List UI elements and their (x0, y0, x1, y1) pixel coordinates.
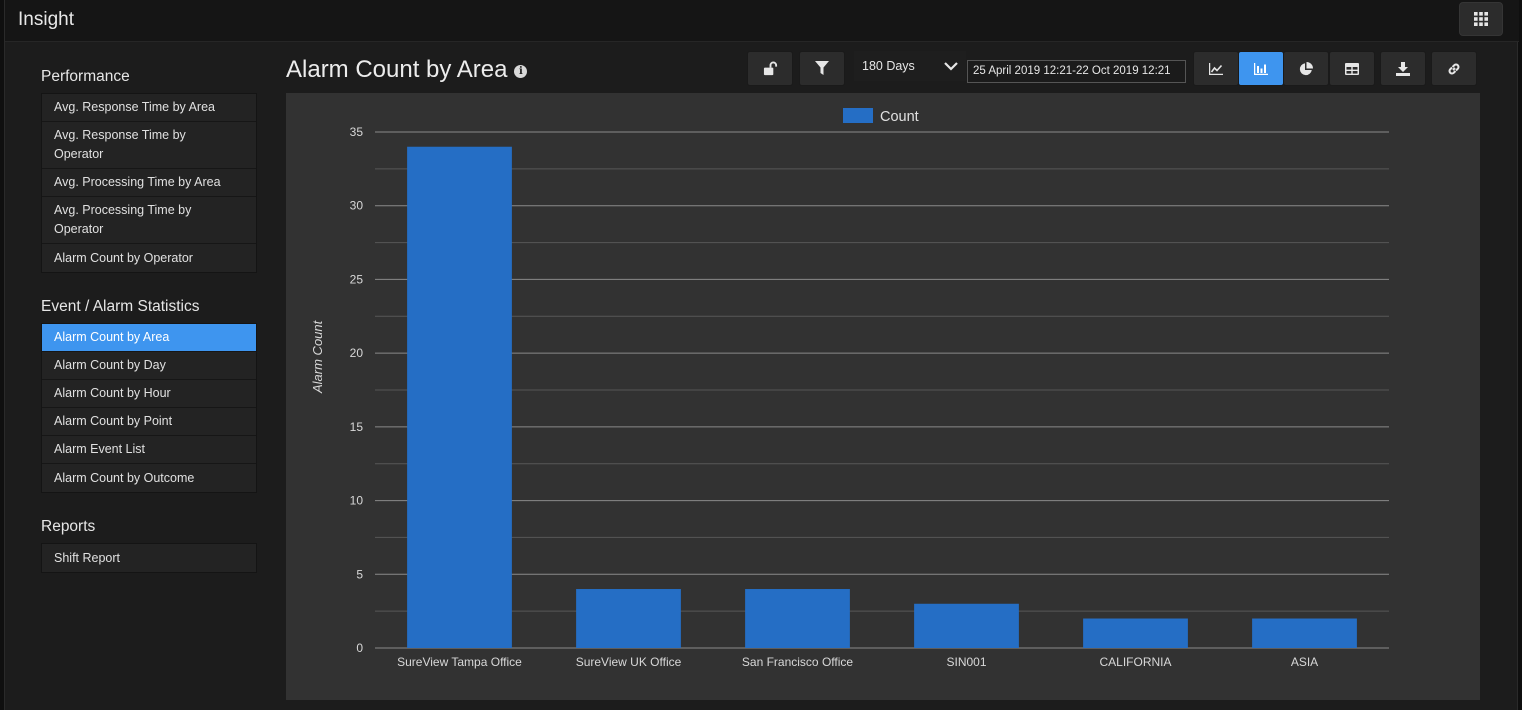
nav-list-event-alarm-statistics: Alarm Count by Area Alarm Count by Day A… (41, 323, 257, 493)
y-tick-label: 10 (350, 494, 364, 508)
bar (745, 589, 850, 648)
sidebar-item-alarm-count-by-point[interactable]: Alarm Count by Point (42, 408, 256, 436)
sidebar-item-avg-processing-time-by-operator[interactable]: Avg. Processing Time by Operator (42, 197, 256, 244)
sidebar-item-shift-report[interactable]: Shift Report (42, 544, 256, 572)
legend-swatch (843, 108, 873, 123)
filter-icon (815, 61, 829, 75)
apps-grid-icon (1474, 12, 1488, 26)
apps-grid-button[interactable] (1459, 2, 1503, 36)
sidebar-item-alarm-count-by-hour[interactable]: Alarm Count by Hour (42, 380, 256, 408)
sidebar-item-avg-processing-time-by-area[interactable]: Avg. Processing Time by Area (42, 169, 256, 197)
y-tick-label: 0 (356, 641, 363, 655)
section-title-event-alarm-statistics: Event / Alarm Statistics (41, 298, 200, 315)
sidebar-item-alarm-count-by-outcome[interactable]: Alarm Count by Outcome (42, 464, 256, 492)
x-tick-label: SIN001 (946, 655, 986, 669)
sidebar-item-label: Avg. Processing Time by Operator (54, 203, 192, 236)
unlock-button[interactable] (747, 51, 793, 86)
nav-list-performance: Avg. Response Time by Area Avg. Response… (41, 93, 257, 273)
section-title-reports: Reports (41, 518, 96, 535)
section-title-performance: Performance (41, 68, 130, 85)
sidebar-item-label: Alarm Event List (54, 442, 146, 456)
chevron-down-icon (944, 61, 958, 71)
bar-chart-view-button[interactable] (1238, 51, 1284, 86)
sidebar-item-label: Avg. Response Time by Area (54, 100, 215, 114)
sidebar-item-label: Avg. Response Time by Operator (54, 128, 186, 161)
sidebar-item-label: Avg. Processing Time by Area (54, 175, 221, 189)
sidebar-item-alarm-count-by-day[interactable]: Alarm Count by Day (42, 352, 256, 380)
app-window: Insight Performance Avg. Response Time b… (4, 0, 1519, 710)
download-button[interactable] (1380, 51, 1426, 86)
chart-panel: 0 5 10 15 20 25 30 35 SureView Tampa Office SureV… (286, 93, 1480, 700)
sidebar: Performance Avg. Response Time by Area A… (41, 60, 257, 573)
x-tick-label: ASIA (1291, 655, 1318, 669)
sidebar-item-avg-response-time-by-operator[interactable]: Avg. Response Time by Operator (42, 122, 256, 169)
bar (576, 589, 681, 648)
page-title-row: Alarm Count by Area i (286, 56, 528, 84)
bar-chart-icon (1254, 62, 1268, 75)
y-tick-label: 5 (356, 567, 363, 581)
page-title: Alarm Count by Area (286, 56, 508, 83)
legend-label: Count (880, 109, 919, 125)
range-select-value: 180 Days (862, 59, 915, 73)
pie-chart-icon (1299, 61, 1313, 75)
sidebar-item-label: Alarm Count by Operator (54, 250, 193, 265)
y-tick-label: 25 (350, 272, 364, 286)
bar (1252, 618, 1357, 648)
line-chart-view-button[interactable] (1193, 51, 1239, 86)
bar-chart: 0 5 10 15 20 25 30 35 SureView Tampa Office SureV… (350, 108, 1389, 669)
y-tick-label: 20 (350, 346, 364, 360)
link-button[interactable] (1431, 51, 1477, 86)
table-view-button[interactable] (1329, 51, 1375, 86)
y-axis-label: Alarm Count (310, 320, 325, 393)
y-tick-label: 15 (350, 420, 364, 434)
range-select[interactable]: 180 Days (854, 51, 966, 81)
x-tick-label: San Francisco Office (742, 655, 853, 669)
filter-button[interactable] (799, 51, 845, 86)
y-tick-label: 35 (350, 125, 364, 139)
sidebar-item-label: Alarm Count by Area (54, 330, 170, 344)
info-icon[interactable]: i (514, 65, 528, 78)
x-tick-label: SureView Tampa Office (397, 655, 522, 669)
y-tick-label: 30 (350, 199, 364, 213)
top-bar: Insight (5, 0, 1519, 42)
sidebar-item-label: Alarm Count by Outcome (54, 470, 195, 485)
line-chart-icon (1209, 62, 1223, 75)
date-range-input[interactable]: 25 April 2019 12:21-22 Oct 2019 12:21 (967, 60, 1186, 83)
sidebar-item-label: Alarm Count by Hour (54, 386, 171, 400)
pie-chart-view-button[interactable] (1283, 51, 1329, 86)
bar (914, 603, 1019, 648)
x-tick-label: CALIFORNIA (1099, 655, 1171, 669)
sidebar-item-alarm-count-by-operator[interactable]: Alarm Count by Operator (42, 244, 256, 272)
nav-list-reports: Shift Report (41, 543, 257, 573)
sidebar-item-label: Alarm Count by Day (54, 358, 166, 372)
download-icon (1396, 61, 1410, 76)
sidebar-item-alarm-count-by-area[interactable]: Alarm Count by Area (42, 324, 256, 352)
bar (1083, 618, 1188, 648)
x-tick-label: SureView UK Office (576, 655, 682, 669)
table-icon (1345, 62, 1359, 75)
sidebar-item-label: Shift Report (54, 550, 121, 565)
sidebar-item-alarm-event-list[interactable]: Alarm Event List (42, 436, 256, 464)
app-title: Insight (18, 9, 74, 30)
link-icon (1448, 63, 1460, 74)
bar (407, 146, 512, 648)
sidebar-item-label: Alarm Count by Point (54, 414, 173, 428)
sidebar-item-avg-response-time-by-area[interactable]: Avg. Response Time by Area (42, 94, 256, 122)
unlock-icon (763, 61, 777, 76)
